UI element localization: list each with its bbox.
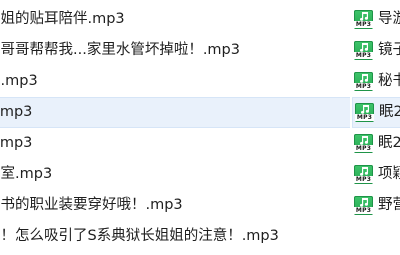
file-name: 9.mp3 [0, 104, 33, 120]
file-item[interactable]: 秘书的职业装要穿好哦！.mp3 [0, 190, 350, 221]
file-item[interactable]: 大哥哥帮帮我...家里水管坏掉啦！.mp3 [0, 35, 350, 66]
file-item-selected[interactable]: MP3 眠2 [352, 97, 400, 128]
file-name: 项颖 [378, 166, 400, 182]
file-item[interactable]: 姐姐的贴耳陪伴.mp3 [0, 4, 350, 35]
mp3-file-icon: MP3 [354, 196, 373, 215]
file-item[interactable]: MP3 野营 [352, 190, 400, 221]
file-name: 大哥哥帮帮我...家里水管坏掉啦！.mp3 [0, 42, 240, 58]
mp3-label: MP3 [354, 207, 373, 214]
mp3-label: MP3 [354, 52, 373, 59]
file-item[interactable]: MP3 眠2 [352, 128, 400, 159]
file-name: 导游 [378, 11, 400, 27]
mp3-file-icon: MP3 [355, 103, 374, 122]
file-name: 眠2 [378, 135, 400, 151]
file-item[interactable]: 2.mp3 [0, 128, 350, 159]
file-list-right-column: MP3 导游 MP3 镜子 MP3 秘书 MP3 眠2 MP3 眠2 MP3 项… [352, 4, 400, 221]
mp3-file-icon: MP3 [354, 134, 373, 153]
file-name: 意！怎么吸引了S系典狱长姐姐的注意！.mp3 [0, 228, 279, 244]
file-name: 2.mp3 [0, 135, 33, 151]
mp3-file-icon: MP3 [354, 41, 373, 60]
file-name: 午室.mp3 [0, 166, 53, 182]
mp3-label: MP3 [355, 114, 374, 121]
file-item[interactable]: MP3 导游 [352, 4, 400, 35]
mp3-file-icon: MP3 [354, 72, 373, 91]
file-item-selected[interactable]: 9.mp3 [0, 97, 350, 128]
file-name: 醒.mp3 [0, 73, 38, 89]
file-name: 野营 [378, 197, 400, 213]
mp3-label: MP3 [354, 176, 373, 183]
file-item[interactable]: 午室.mp3 [0, 159, 350, 190]
file-list-left-column: 姐姐的贴耳陪伴.mp3 大哥哥帮帮我...家里水管坏掉啦！.mp3 醒.mp3 … [0, 4, 350, 252]
file-item[interactable]: MP3 项颖 [352, 159, 400, 190]
file-item[interactable]: MP3 秘书 [352, 66, 400, 97]
mp3-label: MP3 [354, 83, 373, 90]
file-item[interactable]: 醒.mp3 [0, 66, 350, 97]
mp3-label: MP3 [354, 21, 373, 28]
mp3-label: MP3 [354, 145, 373, 152]
file-explorer-view: 姐姐的贴耳陪伴.mp3 大哥哥帮帮我...家里水管坏掉啦！.mp3 醒.mp3 … [0, 0, 400, 255]
file-name: 姐姐的贴耳陪伴.mp3 [0, 11, 125, 27]
file-name: 秘书 [378, 73, 400, 89]
mp3-file-icon: MP3 [354, 10, 373, 29]
file-name: 眠2 [379, 104, 400, 120]
mp3-file-icon: MP3 [354, 165, 373, 184]
file-name: 秘书的职业装要穿好哦！.mp3 [0, 197, 183, 213]
file-item[interactable]: MP3 镜子 [352, 35, 400, 66]
file-item[interactable]: 意！怎么吸引了S系典狱长姐姐的注意！.mp3 [0, 221, 350, 252]
file-name: 镜子 [378, 42, 400, 58]
